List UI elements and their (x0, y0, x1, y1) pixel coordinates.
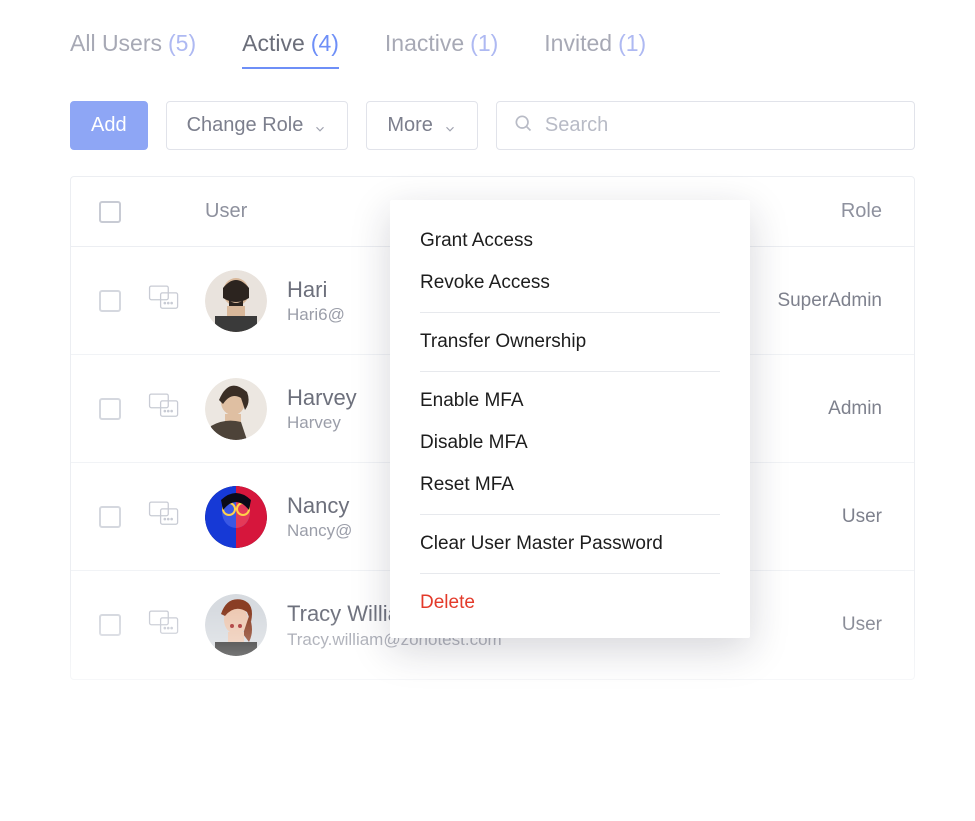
avatar (205, 270, 267, 332)
menu-separator (420, 514, 720, 515)
avatar (205, 594, 267, 656)
select-all-cell (99, 201, 147, 223)
user-email: Nancy@ (287, 521, 352, 541)
menu-item-transfer-ownership[interactable]: Transfer Ownership (390, 321, 750, 363)
row-checkbox[interactable] (99, 506, 121, 528)
menu-item-clear-master-password[interactable]: Clear User Master Password (390, 523, 750, 565)
users-page: All Users (5) Active (4) Inactive (1) In… (0, 0, 975, 710)
more-actions-menu: Grant Access Revoke Access Transfer Owne… (390, 200, 750, 638)
chevron-down-icon (313, 119, 327, 133)
user-name: Hari (287, 276, 345, 304)
tab-label: All Users (70, 30, 162, 57)
add-button-label: Add (91, 114, 127, 137)
menu-item-revoke-access[interactable]: Revoke Access (390, 262, 750, 304)
menu-item-delete[interactable]: Delete (390, 582, 750, 624)
search-icon (513, 113, 533, 138)
tabs-bar: All Users (5) Active (4) Inactive (1) In… (70, 30, 915, 69)
more-label: More (387, 114, 433, 137)
change-role-button[interactable]: Change Role (166, 101, 349, 150)
fade-overlay (945, 0, 975, 710)
tab-count: (4) (311, 30, 339, 57)
device-icon (147, 499, 181, 529)
user-name: Harvey (287, 384, 357, 412)
menu-separator (420, 312, 720, 313)
user-name: Nancy (287, 492, 352, 520)
search-input[interactable] (545, 114, 898, 137)
menu-item-enable-mfa[interactable]: Enable MFA (390, 380, 750, 422)
select-all-checkbox[interactable] (99, 201, 121, 223)
row-checkbox[interactable] (99, 290, 121, 312)
tab-label: Invited (544, 30, 612, 57)
tab-all-users[interactable]: All Users (5) (70, 30, 196, 69)
toolbar: Add Change Role More (70, 101, 915, 150)
tab-active[interactable]: Active (4) (242, 30, 339, 69)
device-icon (147, 283, 181, 313)
row-checkbox[interactable] (99, 614, 121, 636)
search-field[interactable] (496, 101, 915, 150)
user-email: Hari6@ (287, 305, 345, 325)
tab-count: (1) (470, 30, 498, 57)
menu-item-reset-mfa[interactable]: Reset MFA (390, 464, 750, 506)
avatar (205, 486, 267, 548)
chevron-down-icon (443, 119, 457, 133)
tab-invited[interactable]: Invited (1) (544, 30, 646, 69)
menu-separator (420, 371, 720, 372)
add-button[interactable]: Add (70, 101, 148, 150)
change-role-label: Change Role (187, 114, 304, 137)
tab-count: (1) (618, 30, 646, 57)
avatar (205, 378, 267, 440)
row-checkbox[interactable] (99, 398, 121, 420)
more-button[interactable]: More (366, 101, 478, 150)
device-icon (147, 608, 181, 638)
user-email: Harvey (287, 413, 357, 433)
tab-count: (5) (168, 30, 196, 57)
device-icon (147, 391, 181, 421)
menu-item-disable-mfa[interactable]: Disable MFA (390, 422, 750, 464)
menu-separator (420, 573, 720, 574)
menu-item-grant-access[interactable]: Grant Access (390, 220, 750, 262)
tab-label: Active (242, 30, 305, 57)
tab-inactive[interactable]: Inactive (1) (385, 30, 498, 69)
tab-label: Inactive (385, 30, 464, 57)
